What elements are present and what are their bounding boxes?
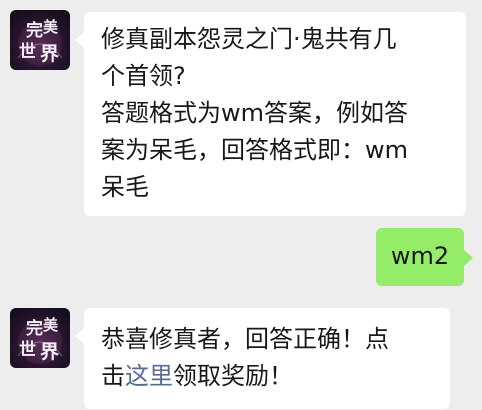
reward-link[interactable]: 这里 — [125, 362, 173, 390]
message-text-line: 恭喜修真者，回答正确！点 — [101, 325, 389, 353]
incoming-message-bubble[interactable]: 恭喜修真者，回答正确！点 击这里领取奖励！ — [75, 308, 450, 409]
svg-text:世: 世 — [19, 340, 36, 360]
game-logo-icon: 完 美 世 界 — [17, 316, 63, 364]
svg-text:世: 世 — [19, 42, 36, 62]
svg-text:界: 界 — [40, 341, 59, 363]
svg-text:美: 美 — [43, 18, 59, 36]
svg-text:界: 界 — [40, 43, 59, 65]
game-logo-icon: 完 美 世 界 — [17, 18, 63, 66]
message-text-line: 案为呆毛，回答格式即：wm — [101, 136, 409, 164]
message-text-prefix: 击 — [101, 362, 125, 390]
svg-text:完: 完 — [26, 20, 43, 41]
game-avatar[interactable]: 完 美 世 界 — [10, 308, 70, 368]
chat-view: 完 美 世 界 修真副本怨灵之门·鬼共有几 个首领? 答题格式为wm答案，例如答… — [0, 0, 482, 410]
incoming-message-bubble[interactable]: 修真副本怨灵之门·鬼共有几 个首领? 答题格式为wm答案，例如答 案为呆毛，回答… — [75, 12, 466, 216]
message-text-line: 呆毛 — [101, 173, 149, 201]
message-text-line: 击这里领取奖励！ — [101, 358, 435, 395]
message-text-line: 个首领? — [101, 62, 186, 90]
message-text: wm2 — [390, 242, 450, 270]
game-avatar[interactable]: 完 美 世 界 — [10, 10, 70, 70]
message-text-line: 答题格式为wm答案，例如答 — [101, 99, 409, 127]
message-text-suffix: 领取奖励！ — [173, 362, 293, 390]
message-text-line: 修真副本怨灵之门·鬼共有几 — [101, 25, 397, 53]
outgoing-message-bubble[interactable]: wm2 — [376, 228, 473, 286]
svg-text:美: 美 — [43, 316, 59, 334]
svg-text:完: 完 — [26, 318, 43, 339]
